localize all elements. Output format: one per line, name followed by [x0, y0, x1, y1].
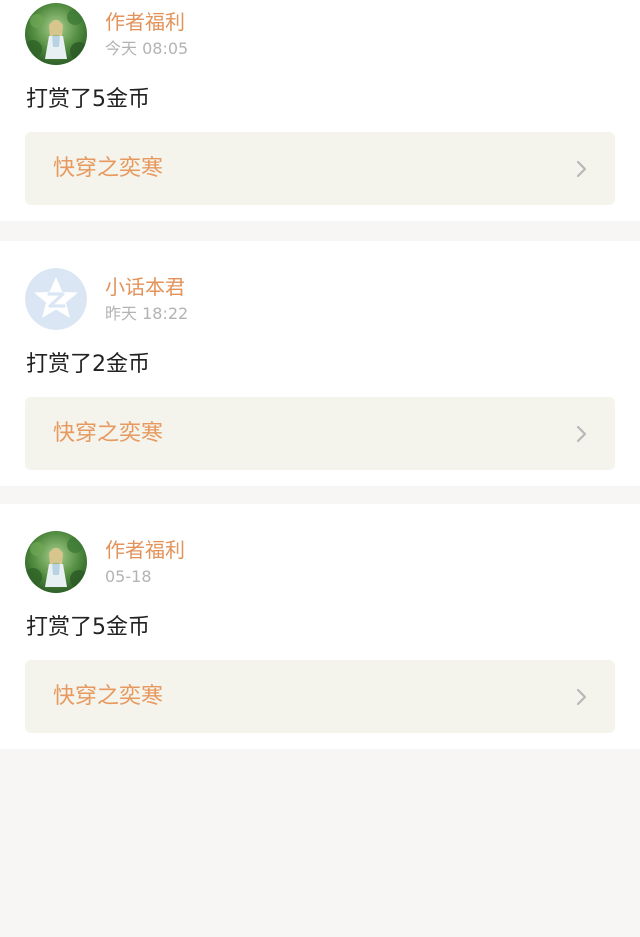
anime-girl-forest-avatar-icon	[25, 3, 87, 65]
book-title: 快穿之奕寒	[53, 684, 164, 709]
timestamp: 05-18	[105, 567, 152, 586]
timestamp: 今天 08:05	[105, 39, 189, 58]
chevron-right-icon	[576, 688, 587, 706]
timestamp: 昨天 18:22	[105, 304, 189, 323]
anime-girl-forest-avatar-icon	[25, 531, 87, 593]
reward-item: 小话本君 昨天 18:22 打赏了2金币 快穿之奕寒	[0, 241, 640, 486]
reward-item: 作者福利 今天 08:05 打赏了5金币 快穿之奕寒	[0, 0, 640, 221]
user-avatar[interactable]	[25, 531, 87, 593]
reward-action-text: 打赏了5金币	[26, 615, 150, 640]
reward-item: 作者福利 05-18 打赏了5金币 快穿之奕寒	[0, 504, 640, 749]
username[interactable]: 作者福利	[105, 9, 185, 35]
book-title: 快穿之奕寒	[53, 421, 164, 446]
username[interactable]: 作者福利	[105, 537, 185, 563]
book-title: 快穿之奕寒	[53, 156, 164, 181]
chevron-right-icon	[576, 160, 587, 178]
chevron-right-icon	[576, 425, 587, 443]
z-star-logo-avatar-icon	[25, 268, 87, 330]
user-avatar[interactable]	[25, 3, 87, 65]
reward-action-text: 打赏了2金币	[26, 352, 150, 377]
book-link[interactable]: 快穿之奕寒	[25, 660, 615, 733]
book-link[interactable]: 快穿之奕寒	[25, 132, 615, 205]
username[interactable]: 小话本君	[105, 274, 185, 300]
book-link[interactable]: 快穿之奕寒	[25, 397, 615, 470]
reward-action-text: 打赏了5金币	[26, 87, 150, 112]
user-avatar[interactable]	[25, 268, 87, 330]
